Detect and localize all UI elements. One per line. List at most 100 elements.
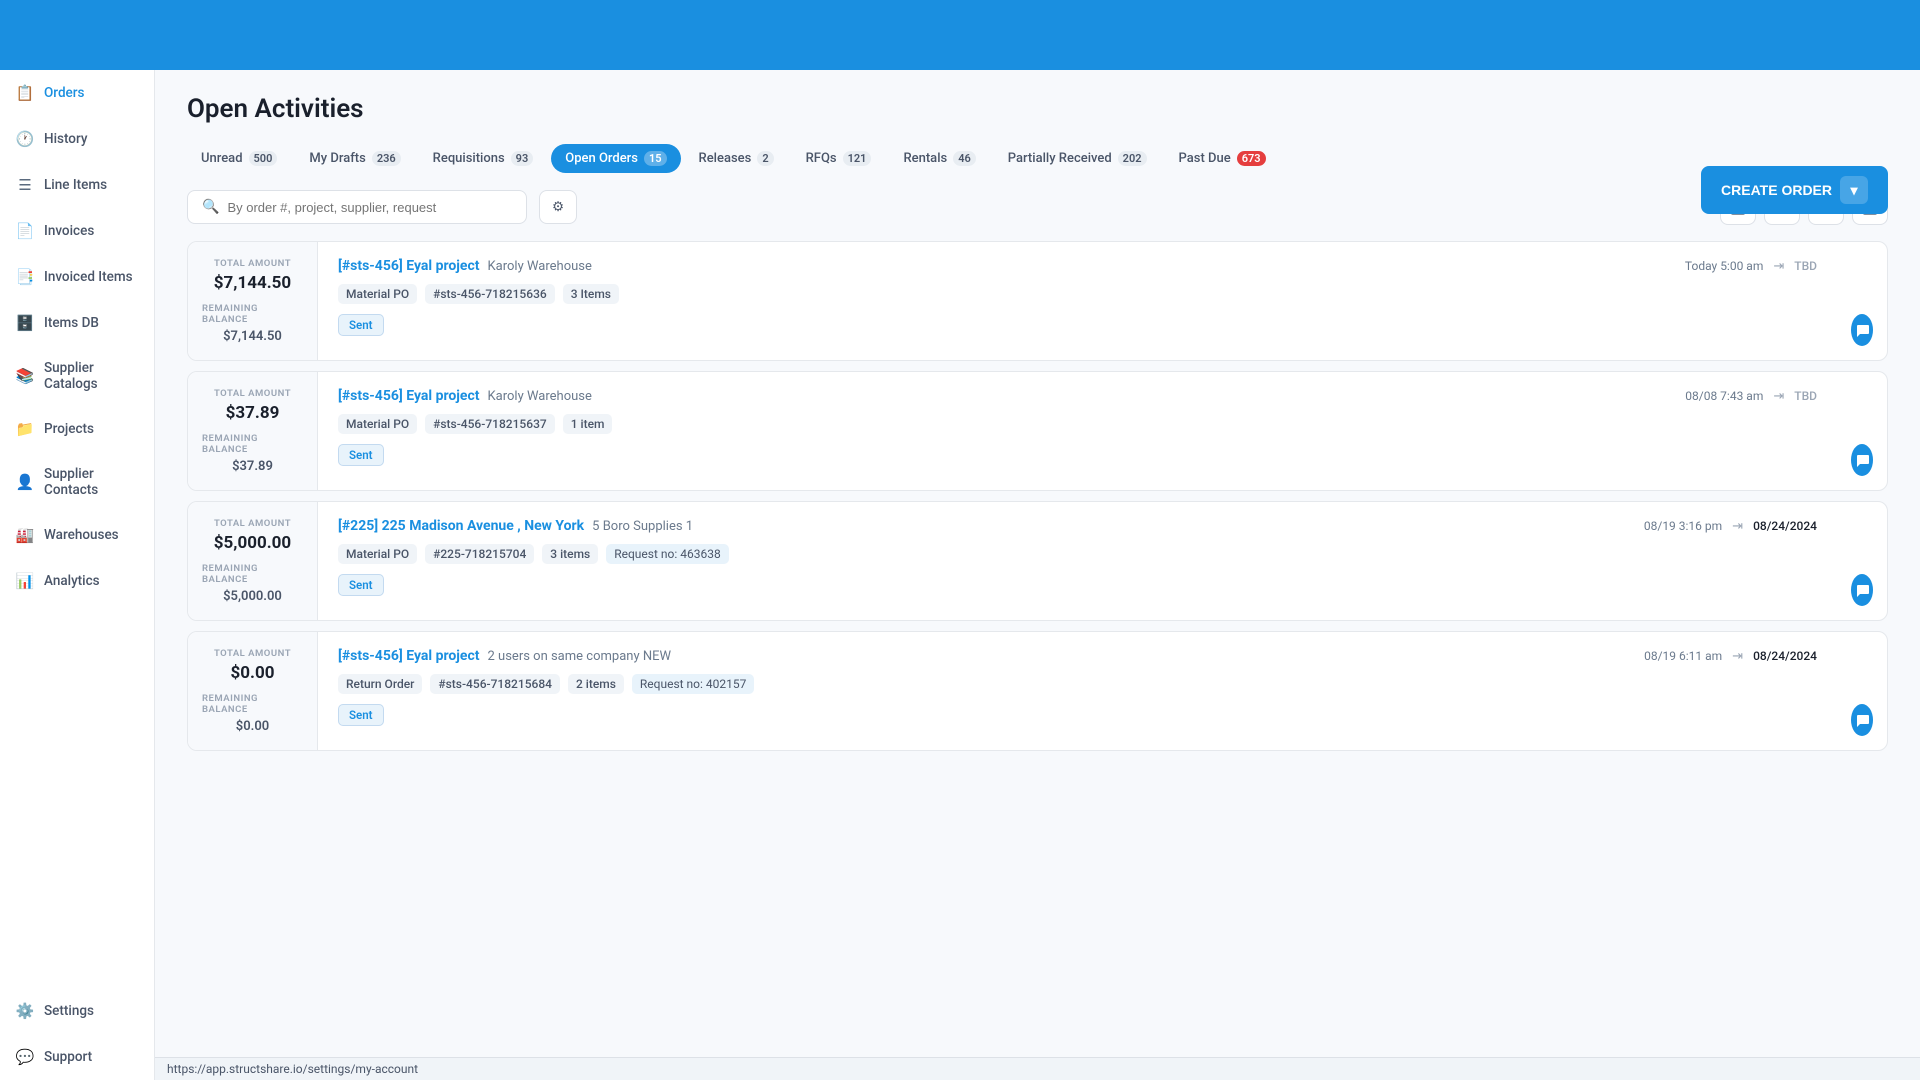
order-header-row: [#225] 225 Madison Avenue , New York 5 B…	[338, 518, 1817, 534]
tab-label-rfqs: RFQs	[806, 151, 837, 166]
chat-button[interactable]	[1851, 574, 1873, 606]
status-badge: Sent	[338, 314, 384, 336]
order-action-area	[1837, 502, 1887, 620]
order-meta-right: 08/08 7:43 am ⇥ TBD	[1685, 389, 1817, 404]
order-title-group: [#225] 225 Madison Avenue , New York 5 B…	[338, 518, 693, 534]
po-number-tag: #225-718215704	[425, 544, 534, 564]
order-tags-row: Return Order #sts-456-718215684 2 items …	[338, 674, 1817, 694]
status-row: Sent	[338, 444, 1817, 466]
invoiced-items-icon: 📑	[16, 268, 34, 286]
filter-icon: ⚙	[552, 199, 564, 215]
history-icon: 🕐	[16, 130, 34, 148]
tab-label-releases: Releases	[699, 151, 752, 166]
order-meta-right: 08/19 3:16 pm ⇥ 08/24/2024	[1644, 519, 1817, 534]
sidebar-item-settings[interactable]: ⚙️ Settings	[0, 988, 154, 1034]
sidebar-item-analytics[interactable]: 📊Analytics	[0, 558, 154, 604]
order-info: [#sts-456] Eyal project Karoly Warehouse…	[318, 242, 1837, 360]
tab-rentals[interactable]: Rentals46	[889, 144, 989, 173]
order-card: TOTAL AMOUNT $37.89 REMAINING BALANCE $3…	[187, 371, 1888, 491]
tab-past-due[interactable]: Past Due 673	[1165, 144, 1280, 173]
order-project[interactable]: [#sts-456] Eyal project	[338, 388, 480, 404]
orders-list: TOTAL AMOUNT $7,144.50 REMAINING BALANCE…	[155, 241, 1920, 1057]
order-info: [#sts-456] Eyal project Karoly Warehouse…	[318, 372, 1837, 490]
tab-label-rentals: Rentals	[903, 151, 947, 166]
order-amount-panel: TOTAL AMOUNT $5,000.00 REMAINING BALANCE…	[188, 502, 318, 620]
po-type-tag: Material PO	[338, 414, 417, 434]
sidebar-item-projects[interactable]: 📁Projects	[0, 406, 154, 452]
total-amount-label: TOTAL AMOUNT	[214, 518, 291, 529]
order-date: 08/08 7:43 am	[1685, 389, 1763, 403]
create-order-button[interactable]: CREATE ORDER ▾	[1701, 166, 1888, 214]
order-project[interactable]: [#225] 225 Madison Avenue , New York	[338, 518, 584, 534]
order-project[interactable]: [#sts-456] Eyal project	[338, 258, 480, 274]
tab-badge-past-due: 673	[1237, 151, 1266, 166]
order-info: [#225] 225 Madison Avenue , New York 5 B…	[318, 502, 1837, 620]
order-date: Today 5:00 am	[1685, 259, 1763, 273]
remaining-balance-label: REMAINING BALANCE	[202, 433, 303, 455]
total-amount-label: TOTAL AMOUNT	[214, 258, 291, 269]
tab-unread[interactable]: Unread500	[187, 144, 291, 173]
settings-icon: ⚙️	[16, 1002, 34, 1020]
order-project[interactable]: [#sts-456] Eyal project	[338, 648, 480, 664]
tab-open-orders[interactable]: Open Orders15	[551, 144, 680, 173]
tab-partially-received[interactable]: Partially Received202	[994, 144, 1161, 173]
chat-button[interactable]	[1851, 704, 1873, 736]
sidebar-label-analytics: Analytics	[44, 573, 100, 589]
tab-label-past-due: Past Due	[1179, 151, 1231, 166]
tab-releases[interactable]: Releases2	[685, 144, 788, 173]
total-amount-value: $5,000.00	[214, 533, 291, 553]
order-header-row: [#sts-456] Eyal project Karoly Warehouse…	[338, 258, 1817, 274]
tab-requisitions[interactable]: Requisitions93	[419, 144, 548, 173]
tab-label-unread: Unread	[201, 151, 243, 166]
chat-button[interactable]	[1851, 444, 1873, 476]
status-row: Sent	[338, 314, 1817, 336]
order-action-area	[1837, 242, 1887, 360]
sidebar-item-invoiced-items[interactable]: 📑 Invoiced Items	[0, 254, 154, 300]
filter-button[interactable]: ⚙	[539, 190, 577, 224]
search-icon: 🔍	[202, 199, 219, 215]
tab-label-my-drafts: My Drafts	[309, 151, 365, 166]
supplier-contacts-icon: 👤	[16, 473, 34, 491]
tab-my-drafts[interactable]: My Drafts236	[295, 144, 414, 173]
remaining-balance-value: $7,144.50	[223, 329, 282, 344]
sidebar-item-supplier-catalogs[interactable]: 📚Supplier Catalogs	[0, 346, 154, 406]
header-area: Open Activities Unread500My Drafts236Req…	[155, 70, 1920, 241]
order-tags-row: Material PO #225-718215704 3 items Reque…	[338, 544, 1817, 564]
sidebar-item-support[interactable]: 💬Support	[0, 1034, 154, 1080]
url-bar: https://app.structshare.io/settings/my-a…	[155, 1057, 1920, 1080]
tab-label-requisitions: Requisitions	[433, 151, 505, 166]
items-count-tag: 1 item	[563, 414, 613, 434]
remaining-balance-label: REMAINING BALANCE	[202, 563, 303, 585]
sidebar-item-orders[interactable]: 📋Orders	[0, 70, 154, 116]
sidebar-item-line-items[interactable]: ☰Line Items	[0, 162, 154, 208]
order-title-group: [#sts-456] Eyal project Karoly Warehouse	[338, 388, 592, 404]
supplier-catalogs-icon: 📚	[16, 367, 34, 385]
order-supplier: 2 users on same company NEW	[488, 649, 672, 664]
sidebar-item-history[interactable]: 🕐History	[0, 116, 154, 162]
order-title-group: [#sts-456] Eyal project 2 users on same …	[338, 648, 671, 664]
arrow-icon: ⇥	[1732, 519, 1743, 534]
toolbar: 🔍 ⚙	[155, 173, 1920, 241]
arrow-icon: ⇥	[1773, 259, 1784, 274]
total-amount-label: TOTAL AMOUNT	[214, 388, 291, 399]
app-body: 📋Orders🕐History☰Line Items📄Invoices 📑 Invo…	[0, 70, 1920, 1080]
items-db-icon: 🗄️	[16, 314, 34, 332]
order-header-row: [#sts-456] Eyal project Karoly Warehouse…	[338, 388, 1817, 404]
sidebar-label-line-items: Line Items	[44, 177, 107, 193]
sidebar-label-invoiced-items: Invoiced Items	[44, 269, 133, 285]
po-type-tag: Return Order	[338, 674, 422, 694]
remaining-balance-value: $37.89	[232, 459, 273, 474]
search-input[interactable]	[227, 200, 512, 215]
sidebar-item-invoices[interactable]: 📄Invoices	[0, 208, 154, 254]
tab-badge-open-orders: 15	[644, 151, 667, 166]
tab-rfqs[interactable]: RFQs121	[792, 144, 886, 173]
chat-button[interactable]	[1851, 314, 1873, 346]
sidebar-label-settings: Settings	[44, 1003, 94, 1019]
request-tag: Request no: 402157	[632, 674, 754, 694]
sidebar-item-supplier-contacts[interactable]: 👤Supplier Contacts	[0, 452, 154, 512]
order-action-area	[1837, 372, 1887, 490]
delivery-tbd: TBD	[1794, 259, 1817, 273]
sidebar-item-items-db[interactable]: 🗄️Items DB	[0, 300, 154, 346]
order-meta-right: Today 5:00 am ⇥ TBD	[1685, 259, 1817, 274]
sidebar-item-warehouses[interactable]: 🏭Warehouses	[0, 512, 154, 558]
